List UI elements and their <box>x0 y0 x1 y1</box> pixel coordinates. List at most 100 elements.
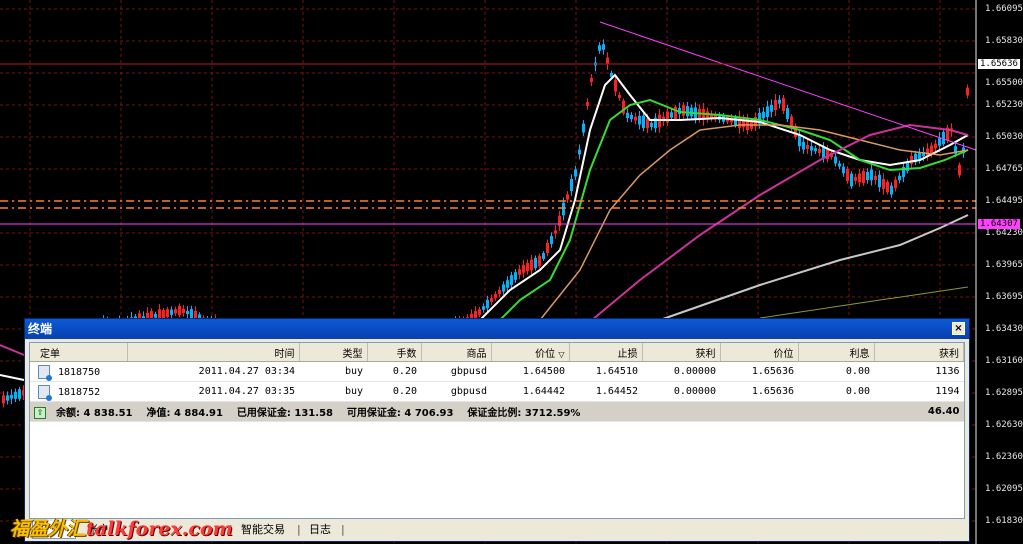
col-header-type[interactable]: 类型 <box>299 343 368 362</box>
candle-body <box>842 166 845 174</box>
candle-body <box>6 395 9 401</box>
tab-separator: | <box>341 523 345 536</box>
price-axis-label: 1.62630 <box>985 420 1023 430</box>
candle-body <box>510 275 513 285</box>
candle-body <box>870 169 873 181</box>
candle-body <box>838 163 841 167</box>
cell-profit: 1136 <box>874 361 964 382</box>
col-header-price[interactable]: 价位 <box>720 343 799 362</box>
candle-body <box>798 134 801 147</box>
price-axis-label: 1.63160 <box>985 356 1023 366</box>
price-axis-label: 1.63430 <box>985 324 1023 334</box>
candle-body <box>850 173 853 187</box>
ma-olive-line <box>759 286 969 319</box>
candle-body <box>538 255 541 267</box>
candle-body <box>574 169 577 177</box>
margin-level-label: 保证金比例: <box>467 408 522 419</box>
cell-type: buy <box>299 361 367 382</box>
price-axis-label: 1.64765 <box>985 164 1023 174</box>
cell-open-price: 1.64442 <box>491 381 569 402</box>
table-row[interactable]: 1818752 2011.04.27 03:35 buy 0.20 gbpusd… <box>30 381 964 402</box>
candle-body <box>818 148 821 154</box>
candle-body <box>834 156 837 164</box>
col-header-swap[interactable]: 利息 <box>798 343 875 362</box>
candle-body <box>522 265 525 273</box>
candle-body <box>934 143 937 149</box>
table-row[interactable]: 1818750 2011.04.27 03:34 buy 0.20 gbpusd… <box>30 361 964 382</box>
candle-body <box>894 179 897 189</box>
cell-time: 2011.04.27 03:35 <box>127 381 299 402</box>
candle-body <box>518 269 521 275</box>
ma-magenta-line <box>579 123 969 331</box>
candle-body <box>866 171 869 181</box>
col-header-lots[interactable]: 手数 <box>367 343 422 362</box>
tab-separator: | <box>297 523 301 536</box>
candle-body <box>810 146 813 151</box>
candle-body <box>814 148 817 152</box>
cell-stop-loss: 1.64452 <box>569 381 642 402</box>
price-axis-label: 1.64230 <box>985 228 1023 238</box>
candle-body <box>682 105 685 116</box>
col-header-ticket[interactable]: 定单 <box>30 343 128 362</box>
terminal-titlebar: 终端 × <box>25 319 969 339</box>
cell-profit: 1194 <box>874 381 964 402</box>
free-margin-label: 可用保证金: <box>346 408 401 419</box>
candle-body <box>966 87 969 96</box>
price-axis-label: 1.66095 <box>985 4 1023 14</box>
candle-body <box>502 284 505 292</box>
candle-body <box>910 155 913 165</box>
price-axis-label: 1.61830 <box>985 516 1023 526</box>
cell-open-price: 1.64500 <box>491 361 569 382</box>
candle-body <box>18 389 21 399</box>
candle-body <box>926 148 929 156</box>
candle-body <box>774 99 777 111</box>
candle-body <box>878 174 881 188</box>
col-header-symbol[interactable]: 商品 <box>421 343 492 362</box>
cell-symbol: gbpusd <box>421 381 491 402</box>
candle-body <box>650 122 653 128</box>
price-axis-label: 1.65030 <box>985 132 1023 142</box>
candle-body <box>958 164 961 176</box>
candle-body <box>582 123 585 133</box>
price-axis-label: 1.62095 <box>985 484 1023 494</box>
candle-body <box>874 176 877 180</box>
candle-body <box>618 94 621 98</box>
candle-body <box>590 78 593 82</box>
tab-journal[interactable]: 日志 <box>309 523 331 537</box>
col-header-time[interactable]: 时间 <box>127 343 300 362</box>
cell-ticket: 1818750 <box>30 361 127 382</box>
price-axis-label: 1.62895 <box>985 388 1023 398</box>
candle-body <box>802 141 805 150</box>
candle-body <box>170 309 173 315</box>
candle-body <box>942 131 945 145</box>
cell-swap: 0.00 <box>798 381 874 402</box>
cell-swap: 0.00 <box>798 361 874 382</box>
candle-body <box>686 106 689 117</box>
tab-experts[interactable]: 智能交易 <box>241 523 285 537</box>
balance-value: 4 838.51 <box>83 408 133 419</box>
ma-magenta-left <box>0 344 25 356</box>
candle-body <box>886 181 889 193</box>
candle-body <box>546 242 549 254</box>
candle-body <box>854 177 857 181</box>
close-icon[interactable]: × <box>952 322 965 335</box>
free-margin-value: 4 706.93 <box>404 408 454 419</box>
terminal-window: 终端 × 定单 时间 类型 手数 商品 价位 ▽ 止损 获利 价位 利息 获利 … <box>24 318 970 542</box>
candle-body <box>638 115 641 125</box>
col-header-take-profit[interactable]: 获利 <box>642 343 721 362</box>
candle-body <box>670 112 673 118</box>
total-profit: 46.40 <box>874 401 964 422</box>
col-header-open-price[interactable]: 价位 ▽ <box>491 343 570 362</box>
candle-body <box>598 45 601 51</box>
candle-body <box>494 293 497 299</box>
col-header-profit[interactable]: 获利 <box>874 343 964 362</box>
col-header-stop-loss[interactable]: 止损 <box>569 343 643 362</box>
candle-body <box>938 138 941 146</box>
ticket-text: 1818752 <box>58 386 101 398</box>
cell-price: 1.65636 <box>720 361 798 382</box>
candle-body <box>882 179 885 189</box>
candle-body <box>778 99 781 104</box>
candle-body <box>482 306 485 310</box>
candle-body <box>550 236 553 244</box>
sort-icon: ▽ <box>558 349 565 359</box>
